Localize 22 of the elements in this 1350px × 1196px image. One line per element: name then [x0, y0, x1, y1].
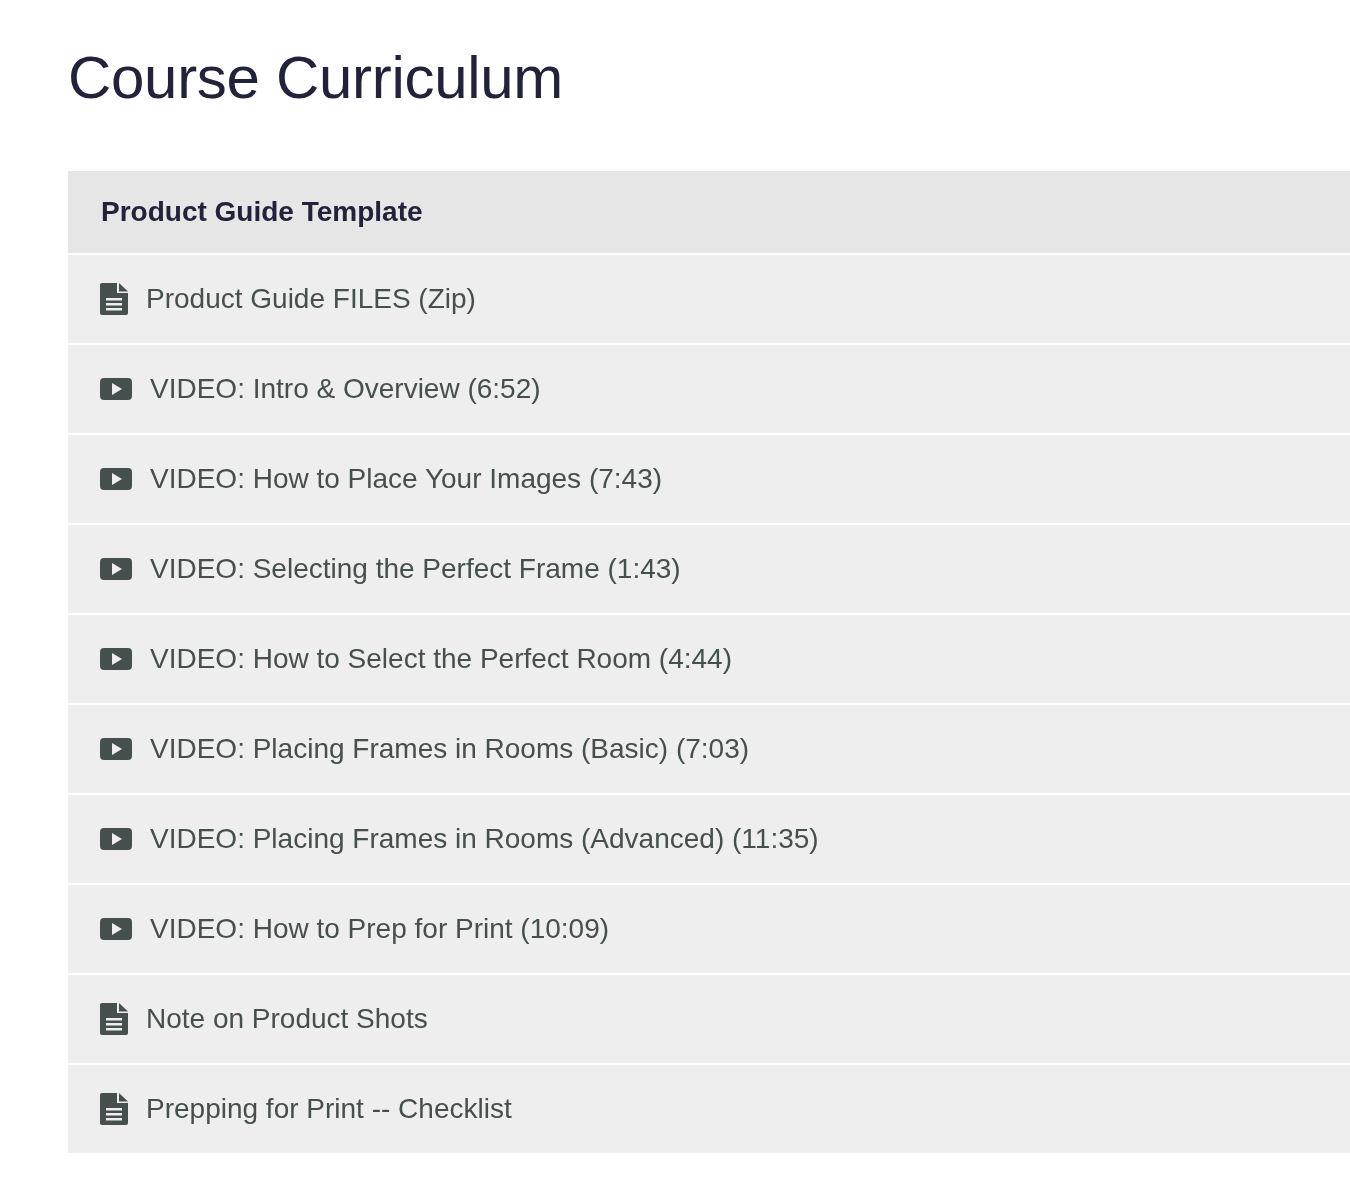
lecture-item[interactable]: VIDEO: Intro & Overview (6:52) [68, 345, 1350, 433]
section-header: Product Guide Template [68, 171, 1350, 253]
play-icon [100, 558, 132, 580]
page-title: Course Curriculum [68, 43, 564, 113]
lecture-item[interactable]: Prepping for Print -- Checklist [68, 1065, 1350, 1153]
document-icon [100, 283, 128, 315]
lecture-item[interactable]: VIDEO: Placing Frames in Rooms (Advanced) (11:35) [68, 795, 1350, 883]
play-icon [100, 738, 132, 760]
lecture-item[interactable]: VIDEO: Selecting the Perfect Frame (1:43) [68, 525, 1350, 613]
play-icon [100, 648, 132, 670]
play-icon [100, 378, 132, 400]
lecture-item[interactable]: Note on Product Shots [68, 975, 1350, 1063]
lecture-item[interactable]: VIDEO: How to Select the Perfect Room (4:44) [68, 615, 1350, 703]
lecture-item[interactable]: VIDEO: How to Place Your Images (7:43) [68, 435, 1350, 523]
play-icon [100, 468, 132, 490]
play-icon [100, 918, 132, 940]
lecture-item[interactable]: VIDEO: How to Prep for Print (10:09) [68, 885, 1350, 973]
lecture-item[interactable]: Product Guide FILES (Zip) [68, 255, 1350, 343]
document-icon [100, 1093, 128, 1125]
document-icon [100, 1003, 128, 1035]
play-icon [100, 828, 132, 850]
lecture-item[interactable]: VIDEO: Placing Frames in Rooms (Basic) (7:03) [68, 705, 1350, 793]
